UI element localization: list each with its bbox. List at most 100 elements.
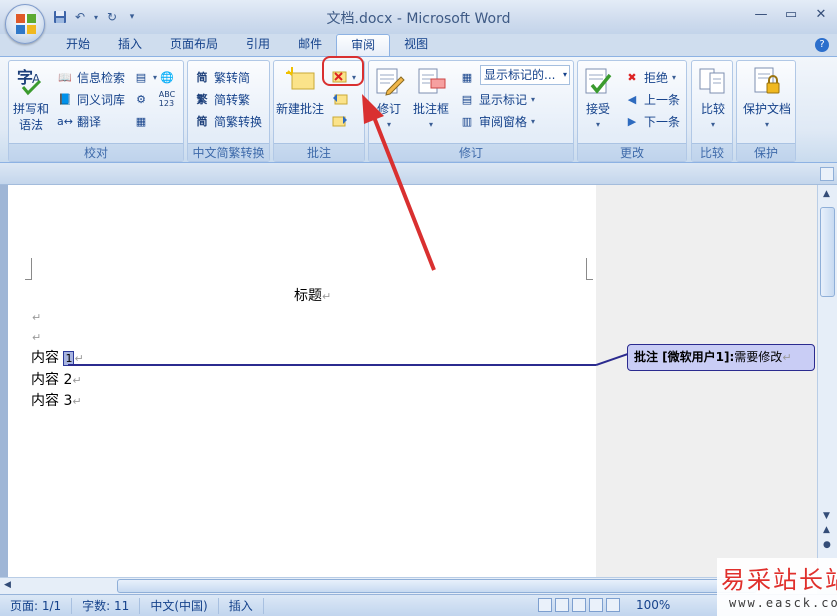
to-traditional-button[interactable]: 繁 简转繁	[194, 89, 251, 109]
minimize-icon[interactable]: —	[753, 6, 769, 22]
reviewing-pane-label: 审阅窗格	[479, 114, 528, 129]
prev-page-icon[interactable]: ▲	[823, 525, 830, 535]
to-simplified-label: 繁转简	[214, 70, 251, 85]
translate-button[interactable]: a↔ 翻译	[57, 111, 101, 131]
next-change-label: 下一条	[644, 114, 681, 129]
scroll-up-icon[interactable]: ▲	[823, 189, 830, 199]
new-comment-icon	[284, 65, 316, 97]
next-change-button[interactable]: ▶ 下一条	[624, 111, 680, 131]
next-change-icon: ▶	[627, 114, 637, 128]
research-button[interactable]: 📖 信息检索	[57, 67, 125, 87]
vertical-scroll-thumb[interactable]	[820, 207, 835, 297]
watermark-url: www.easck.com	[729, 596, 837, 610]
outline-view-icon[interactable]	[589, 598, 603, 612]
word-count-dialog-button[interactable]: ▦	[133, 111, 149, 131]
window-title: 文档.docx - Microsoft Word	[326, 11, 511, 27]
language-button[interactable]: 🌐	[159, 67, 175, 87]
spelling-icon: 字A	[15, 65, 47, 97]
previous-change-button[interactable]: ◀ 上一条	[624, 89, 680, 109]
previous-comment-icon	[332, 91, 348, 107]
status-language[interactable]: 中文(中国)	[140, 597, 219, 614]
view-ruler-icon[interactable]	[820, 167, 834, 181]
scroll-down-icon[interactable]: ▼	[823, 511, 830, 521]
delete-comment-highlight	[322, 56, 364, 86]
group-protect: 保护文档 ▾ 保护	[736, 60, 796, 162]
tab-page-layout[interactable]: 页面布局	[156, 34, 232, 56]
show-markup-button[interactable]: ▤ 显示标记 ▾	[459, 89, 535, 109]
display-for-review-icon-wrap: ▦	[459, 67, 475, 87]
para-mark: ↵	[72, 395, 82, 408]
office-button[interactable]	[5, 4, 45, 44]
conversion-button[interactable]: 简 简繁转换	[194, 111, 263, 131]
set-language-button[interactable]: ⚙	[133, 89, 149, 109]
reject-label: 拒绝	[644, 70, 669, 85]
previous-comment-button[interactable]	[332, 89, 348, 109]
tab-home[interactable]: 开始	[52, 34, 104, 56]
annotation-arrow	[362, 94, 436, 271]
next-comment-button[interactable]	[332, 111, 348, 131]
horizontal-scrollbar[interactable]: ◀	[0, 577, 817, 594]
spelling-grammar-button[interactable]: 字A 拼写和 语法	[13, 65, 49, 133]
compare-icon	[697, 65, 729, 97]
group-label-compare: 比较	[692, 143, 732, 161]
full-screen-reading-view-icon[interactable]	[555, 598, 569, 612]
close-icon[interactable]: ✕	[813, 6, 829, 22]
accept-icon	[582, 65, 614, 97]
set-language-icon: ⚙	[136, 92, 146, 106]
status-word-count[interactable]: 字数: 11	[72, 597, 141, 614]
translate-label: 翻译	[77, 114, 102, 129]
accept-button[interactable]: 接受 ▾	[582, 65, 614, 133]
paragraph-3: 内容 3↵	[31, 390, 82, 410]
new-comment-button[interactable]: 新建批注	[276, 65, 324, 117]
restore-icon[interactable]: ▭	[783, 6, 799, 22]
print-layout-view-icon[interactable]	[538, 598, 552, 612]
display-for-review-select[interactable]: 显示标记的... ▾	[480, 65, 570, 85]
reviewing-pane-button[interactable]: ▥ 审阅窗格 ▾	[459, 111, 535, 131]
to-simplified-button[interactable]: 简 繁转简	[194, 67, 251, 87]
draft-view-icon[interactable]	[606, 598, 620, 612]
spelling-label-2: 语法	[19, 118, 44, 132]
paragraph-3-text: 内容 3	[31, 393, 73, 409]
word-count-button[interactable]: ABC 123	[159, 89, 175, 109]
scroll-left-icon[interactable]: ◀	[4, 580, 11, 590]
comment-balloon[interactable]: 批注 [微软用户1]:需要修改↵	[627, 344, 815, 371]
thesaurus-label: 同义词库	[77, 92, 126, 107]
reviewing-pane-icon: ▥	[461, 114, 473, 128]
para-mark: ↵	[322, 290, 332, 303]
tab-mailings[interactable]: 邮件	[284, 34, 336, 56]
zoom-level[interactable]: 100%	[636, 598, 670, 612]
tab-view[interactable]: 视图	[390, 34, 442, 56]
comment-author: 批注 [微软用户1]:	[634, 350, 735, 364]
thesaurus-icon: 📘	[58, 92, 72, 106]
thesaurus-button[interactable]: 📘 同义词库	[57, 89, 125, 109]
vertical-scrollbar[interactable]: ▲ ▼ ▲ ●	[817, 185, 837, 577]
status-page[interactable]: 页面: 1/1	[0, 597, 73, 614]
para-mark: ↵	[782, 351, 792, 364]
window-controls: — ▭ ✕	[753, 6, 829, 22]
compare-button[interactable]: 比较 ▾	[697, 65, 729, 133]
reject-button[interactable]: ✖ 拒绝 ▾	[624, 67, 676, 87]
conversion-label: 简繁转换	[214, 114, 263, 129]
margin-corner-left	[25, 258, 32, 280]
new-comment-label: 新建批注	[276, 102, 325, 116]
tab-review[interactable]: 审阅	[336, 34, 391, 56]
select-browse-object-icon[interactable]: ●	[823, 540, 831, 550]
tab-references[interactable]: 引用	[232, 34, 284, 56]
compare-label: 比较	[700, 102, 725, 116]
horizontal-scroll-thumb[interactable]	[117, 579, 757, 593]
tab-insert[interactable]: 插入	[104, 34, 156, 56]
status-insert-mode[interactable]: 插入	[219, 597, 264, 614]
spelling-label-1: 拼写和	[13, 102, 50, 116]
table-icon: ▦	[135, 114, 147, 128]
translation-tip-button[interactable]: ▤ ▾	[133, 67, 157, 87]
protect-document-label: 保护文档	[742, 102, 791, 116]
ribbon-tabs: 开始 插入 页面布局 引用 邮件 审阅 视图	[52, 34, 442, 56]
watermark: 易采站长站 www.easck.com	[717, 558, 837, 616]
para-mark: ↵	[32, 311, 42, 324]
conversion-icon: 简	[196, 115, 208, 128]
help-icon[interactable]: ?	[815, 38, 829, 52]
show-markup-label: 显示标记	[479, 92, 528, 107]
protect-document-button[interactable]: 保护文档 ▾	[739, 65, 795, 133]
web-layout-view-icon[interactable]	[572, 598, 586, 612]
document-page[interactable]	[8, 185, 596, 577]
